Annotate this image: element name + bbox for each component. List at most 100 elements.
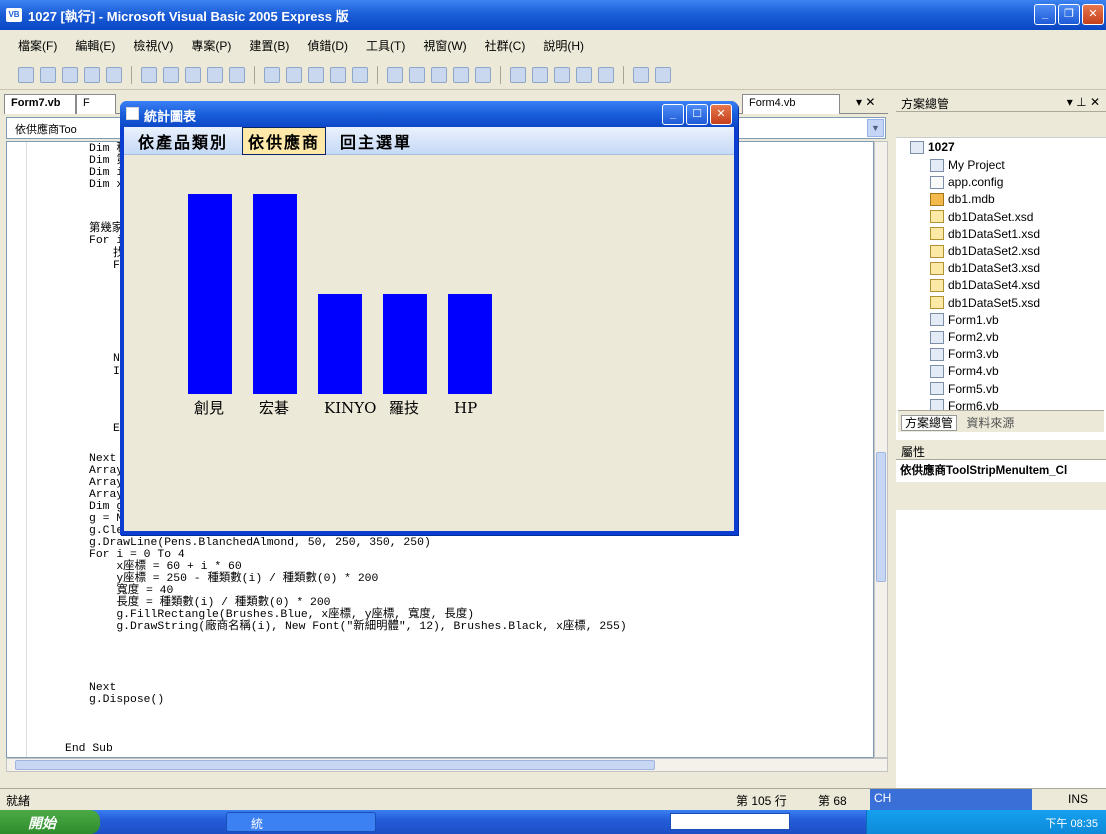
tab-form7[interactable]: Form7.vb (4, 94, 76, 114)
toolbar-icon[interactable] (106, 66, 122, 83)
tab-data-sources[interactable]: 資料來源 (966, 416, 1014, 430)
toolbar-icon[interactable] (352, 66, 368, 83)
toolbar-icon[interactable] (185, 66, 201, 83)
tree-item[interactable]: db1.mdb (930, 192, 995, 206)
properties-object[interactable]: 依供應商ToolStripMenuItem_Cl (900, 462, 1104, 478)
chart-menu-item-0[interactable]: 依產品類別 (138, 129, 228, 153)
toolbar-separator (377, 65, 378, 84)
tree-item[interactable]: db1DataSet1.xsd (930, 227, 1040, 241)
form-icon (126, 107, 139, 120)
tree-item[interactable]: Form5.vb (930, 382, 999, 396)
code-line: g.DrawString(廠商名稱(i), New Font("新細明體", 1… (89, 621, 627, 633)
toolbar-separator (254, 65, 255, 84)
properties-header: 屬性 (896, 440, 1106, 460)
chart-menu-item-2[interactable]: 回主選單 (340, 129, 412, 153)
toolbar-icon[interactable] (264, 66, 280, 83)
solution-icon (910, 140, 924, 154)
minimize-button[interactable]: _ (1034, 4, 1056, 25)
tab-partial[interactable]: F (76, 94, 116, 114)
tree-item[interactable]: Form2.vb (930, 330, 999, 344)
vertical-scrollbar[interactable] (874, 141, 888, 758)
chart-menu: 依產品類別 依供應商 回主選單 (124, 126, 734, 155)
project-icon (930, 158, 944, 172)
tree-item[interactable]: Form1.vb (930, 313, 999, 327)
toolbar-icon[interactable] (163, 66, 179, 83)
chart-close-button[interactable]: ✕ (710, 104, 732, 125)
menu-item-9[interactable]: 說明(H) (543, 37, 584, 54)
bar-1 (253, 194, 297, 394)
tree-item[interactable]: My Project (930, 158, 1005, 172)
tab-pin-close[interactable]: ▾ ✕ (856, 95, 875, 109)
bar-label-1: 宏碁 (259, 399, 289, 417)
toolbar-icon[interactable] (576, 66, 592, 83)
solution-toolbar (896, 112, 1106, 138)
tree-item[interactable]: db1DataSet3.xsd (930, 261, 1040, 275)
tree-item[interactable]: db1DataSet5.xsd (930, 296, 1040, 310)
toolbar-icon[interactable] (330, 66, 346, 83)
toolbar-icon[interactable] (286, 66, 302, 83)
taskbar-item-chart[interactable]: 統 (226, 812, 376, 832)
ime-bar[interactable]: CH (870, 789, 1032, 810)
start-button[interactable]: 開始 (0, 810, 100, 834)
toolbar-icon[interactable] (598, 66, 614, 83)
tree-item[interactable]: db1DataSet.xsd (930, 210, 1033, 224)
code-line: 長度 = 種類數(i) / 種類數(0) * 200 (89, 597, 331, 609)
toolbar-icon[interactable] (84, 66, 100, 83)
chart-maximize-button[interactable]: ☐ (686, 104, 708, 125)
tab-form4[interactable]: Form4.vb (742, 94, 840, 114)
toolbar-icon[interactable] (475, 66, 491, 83)
menu-item-7[interactable]: 視窗(W) (423, 37, 466, 54)
toolbar-icon[interactable] (510, 66, 526, 83)
maximize-button[interactable]: ❐ (1058, 4, 1080, 25)
toolbar-icon[interactable] (532, 66, 548, 83)
taskbar-address-input[interactable] (670, 813, 790, 830)
tree-root[interactable]: 1027 (910, 140, 955, 154)
tree-item[interactable]: db1DataSet2.xsd (930, 244, 1040, 258)
menu-item-1[interactable]: 編輯(E) (75, 37, 115, 54)
menu-item-5[interactable]: 偵錯(D) (307, 37, 348, 54)
dataset-icon (930, 296, 944, 310)
toolbar-icon[interactable] (387, 66, 403, 83)
menu-item-2[interactable]: 檢視(V) (133, 37, 173, 54)
close-button[interactable]: ✕ (1082, 4, 1104, 25)
menu-item-6[interactable]: 工具(T) (366, 37, 405, 54)
bar-4 (448, 294, 492, 394)
bar-0 (188, 194, 232, 394)
toolbar-icon[interactable] (655, 66, 671, 83)
hscroll-thumb[interactable] (15, 760, 655, 770)
toolbar-icon[interactable] (207, 66, 223, 83)
toolbar-icon[interactable] (453, 66, 469, 83)
tree-item[interactable]: Form3.vb (930, 347, 999, 361)
horizontal-scrollbar[interactable] (6, 758, 888, 772)
menu-item-3[interactable]: 專案(P) (191, 37, 231, 54)
menu-bar: 檔案(F) 編輯(E) 檢視(V) 專案(P) 建置(B) 偵錯(D) 工具(T) 視窗(W)… (0, 30, 1106, 60)
toolbar-icon[interactable] (308, 66, 324, 83)
chart-menu-item-1[interactable]: 依供應商 (242, 126, 327, 155)
tree-item[interactable]: db1DataSet4.xsd (930, 278, 1040, 292)
menu-item-0[interactable]: 檔案(F) (18, 37, 57, 54)
toolbar-icon[interactable] (229, 66, 245, 83)
toolbar-icon[interactable] (431, 66, 447, 83)
menu-item-8[interactable]: 社群(C) (485, 37, 526, 54)
toolbar-icon[interactable] (18, 66, 34, 83)
toolbar-icon[interactable] (62, 66, 78, 83)
chevron-down-icon[interactable]: ▼ (867, 119, 884, 137)
dataset-icon (930, 261, 944, 275)
tree-item[interactable]: app.config (930, 175, 1003, 189)
tree-item[interactable]: Form4.vb (930, 364, 999, 378)
toolbar-icon[interactable] (554, 66, 570, 83)
toolbar-icon[interactable] (409, 66, 425, 83)
right-panels: 方案總管 ▾ ⊥ ✕ 1027 My Project app.config db1.m… (896, 92, 1106, 788)
toolbar-icon[interactable] (633, 66, 649, 83)
chart-minimize-button[interactable]: _ (662, 104, 684, 125)
code-line: End Sub (65, 743, 113, 755)
toolbar-icon[interactable] (40, 66, 56, 83)
tab-solution-explorer[interactable]: 方案總管 (901, 415, 958, 431)
form-icon (930, 382, 944, 396)
panel-pin[interactable]: ▾ ⊥ ✕ (1067, 95, 1100, 109)
scroll-thumb[interactable] (876, 452, 886, 582)
bar-2 (318, 294, 362, 394)
dataset-icon (930, 278, 944, 292)
menu-item-4[interactable]: 建置(B) (249, 37, 289, 54)
toolbar-icon[interactable] (141, 66, 157, 83)
